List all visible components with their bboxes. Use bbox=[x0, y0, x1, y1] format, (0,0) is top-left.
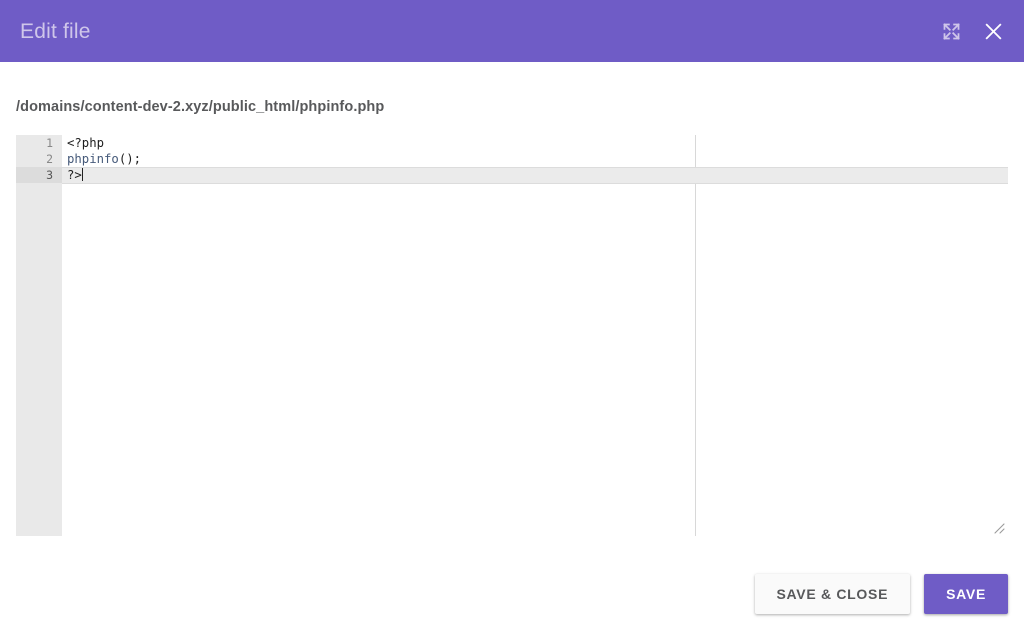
code-token-punctuation: (); bbox=[118, 152, 142, 166]
expand-fullscreen-icon[interactable] bbox=[934, 14, 968, 48]
code-line: phpinfo(); bbox=[62, 151, 1008, 167]
dialog-titlebar: Edit file bbox=[0, 0, 1024, 62]
file-path-label: /domains/content-dev-2.xyz/public_html/p… bbox=[16, 99, 385, 115]
save-and-close-button[interactable]: SAVE & CLOSE bbox=[754, 573, 911, 614]
save-button[interactable]: SAVE bbox=[924, 573, 1008, 614]
code-line: <?php bbox=[67, 136, 105, 150]
code-line-text: ?> bbox=[67, 168, 82, 182]
line-number-gutter: 1 2 3 bbox=[16, 135, 62, 536]
close-icon[interactable] bbox=[976, 14, 1010, 48]
line-number: 2 bbox=[46, 152, 53, 166]
code-area[interactable]: <?php phpinfo(); ?> bbox=[62, 135, 1008, 536]
line-number: 1 bbox=[46, 136, 53, 150]
resize-grip-icon[interactable] bbox=[991, 520, 1005, 534]
code-line-active: ?> bbox=[62, 167, 1008, 183]
print-margin-ruler bbox=[695, 135, 696, 536]
dialog-footer: SAVE & CLOSE SAVE bbox=[0, 560, 1024, 627]
code-editor[interactable]: 1 2 3 <?php phpinfo(); ?> bbox=[16, 135, 1008, 536]
text-cursor bbox=[81, 168, 83, 181]
code-token-function: phpinfo bbox=[67, 152, 119, 166]
titlebar-actions bbox=[934, 14, 1010, 48]
dialog-title: Edit file bbox=[20, 19, 91, 43]
line-number-active: 3 bbox=[16, 167, 62, 183]
